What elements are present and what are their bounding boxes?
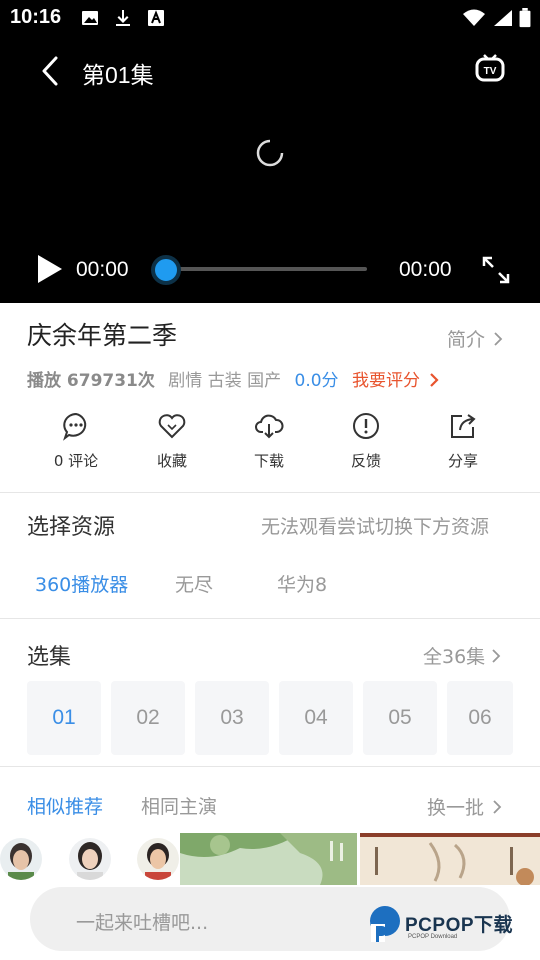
action-label: 分享 bbox=[447, 452, 478, 470]
action-label: 下载 bbox=[253, 452, 284, 470]
status-time: 10:16 bbox=[10, 6, 62, 28]
video-player[interactable]: 10:16 第01集 TV 00:00 00:00 bbox=[0, 0, 540, 303]
recommend-thumbnails bbox=[0, 833, 540, 885]
recommend-poster[interactable] bbox=[360, 833, 540, 885]
favorite-action[interactable]: 收藏 bbox=[132, 408, 212, 471]
watermark-text: PCPOP下载 bbox=[405, 915, 514, 936]
cast-avatar[interactable] bbox=[0, 838, 42, 880]
play-button[interactable] bbox=[34, 253, 64, 285]
loading-spinner-icon bbox=[256, 139, 284, 167]
tab-same-cast[interactable]: 相同主演 bbox=[141, 792, 217, 819]
fullscreen-button[interactable] bbox=[481, 255, 511, 285]
refresh-label: 换一批 bbox=[427, 797, 485, 819]
show-tags: 剧情 古装 国产 bbox=[168, 371, 282, 391]
score: 0.0分 bbox=[294, 371, 339, 391]
episode-section-title: 选集 bbox=[27, 645, 72, 670]
cast-avatar[interactable] bbox=[137, 838, 179, 880]
font-icon bbox=[148, 10, 164, 26]
play-count: 播放 679731次 bbox=[27, 371, 155, 391]
battery-icon bbox=[519, 8, 531, 28]
action-label: 0 评论 bbox=[53, 452, 99, 470]
all-episodes-label: 全36集 bbox=[423, 646, 486, 668]
refresh-button[interactable]: 换一批 bbox=[427, 793, 504, 820]
intro-label: 简介 bbox=[447, 329, 486, 351]
feedback-action[interactable]: 反馈 bbox=[326, 408, 406, 471]
seek-handle[interactable] bbox=[151, 255, 181, 285]
chevron-right-icon bbox=[494, 331, 503, 346]
current-time: 00:00 bbox=[76, 258, 129, 281]
signal-icon bbox=[494, 10, 512, 26]
source-tab-wujin[interactable]: 无尽 bbox=[175, 570, 213, 597]
share-action[interactable]: 分享 bbox=[423, 408, 503, 471]
alert-icon bbox=[353, 413, 379, 439]
episode-item[interactable]: 06 bbox=[447, 681, 513, 755]
cast-avatar[interactable] bbox=[69, 838, 111, 880]
cloud-download-icon bbox=[255, 414, 284, 439]
watermark-logo-icon bbox=[370, 906, 400, 942]
source-section-title: 选择资源 bbox=[27, 515, 116, 540]
tv-cast-button[interactable]: TV bbox=[474, 54, 506, 86]
chevron-right-icon bbox=[493, 799, 502, 814]
comment-placeholder: 一起来吐槽吧... bbox=[76, 912, 209, 934]
source-tab-huawei8[interactable]: 华为8 bbox=[277, 570, 327, 597]
action-label: 收藏 bbox=[156, 452, 187, 470]
status-bar: 10:16 bbox=[0, 0, 540, 36]
chevron-right-icon bbox=[492, 648, 501, 663]
share-icon bbox=[451, 414, 476, 438]
source-hint: 无法观看尝试切换下方资源 bbox=[261, 516, 490, 538]
image-icon bbox=[82, 11, 98, 25]
episode-item[interactable]: 03 bbox=[195, 681, 269, 755]
download-action[interactable]: 下载 bbox=[229, 408, 309, 471]
back-button[interactable] bbox=[36, 54, 64, 88]
rate-chevron-icon bbox=[430, 373, 439, 387]
download-status-icon bbox=[116, 10, 130, 26]
episode-item[interactable]: 02 bbox=[111, 681, 185, 755]
rate-button[interactable]: 我要评分 bbox=[352, 371, 420, 391]
source-tab-360[interactable]: 360播放器 bbox=[35, 570, 128, 597]
action-label: 反馈 bbox=[350, 452, 381, 470]
episode-title: 第01集 bbox=[82, 62, 154, 88]
wifi-icon bbox=[463, 9, 485, 26]
episode-item[interactable]: 01 bbox=[27, 681, 101, 755]
svg-text:TV: TV bbox=[484, 66, 497, 77]
tab-similar[interactable]: 相似推荐 bbox=[27, 792, 103, 819]
seek-bar[interactable] bbox=[162, 267, 367, 271]
recommend-poster[interactable] bbox=[180, 833, 357, 885]
heart-icon bbox=[158, 414, 186, 439]
intro-button[interactable]: 简介 bbox=[447, 325, 505, 352]
total-time: 00:00 bbox=[399, 258, 452, 281]
divider bbox=[0, 618, 540, 619]
action-bar: 0 评论 收藏 下载 反馈 分享 bbox=[0, 408, 540, 478]
watermark-subtext: PCPOP Download bbox=[408, 934, 458, 940]
show-title: 庆余年第二季 bbox=[27, 321, 178, 350]
all-episodes-button[interactable]: 全36集 bbox=[423, 642, 503, 669]
episode-item[interactable]: 04 bbox=[279, 681, 353, 755]
comment-action[interactable]: 0 评论 bbox=[36, 408, 116, 471]
show-meta: 播放 679731次 剧情 古装 国产 0.0分 我要评分 bbox=[27, 366, 441, 391]
divider bbox=[0, 492, 540, 493]
episode-item[interactable]: 05 bbox=[363, 681, 437, 755]
divider bbox=[0, 766, 540, 767]
comment-icon bbox=[63, 412, 87, 441]
